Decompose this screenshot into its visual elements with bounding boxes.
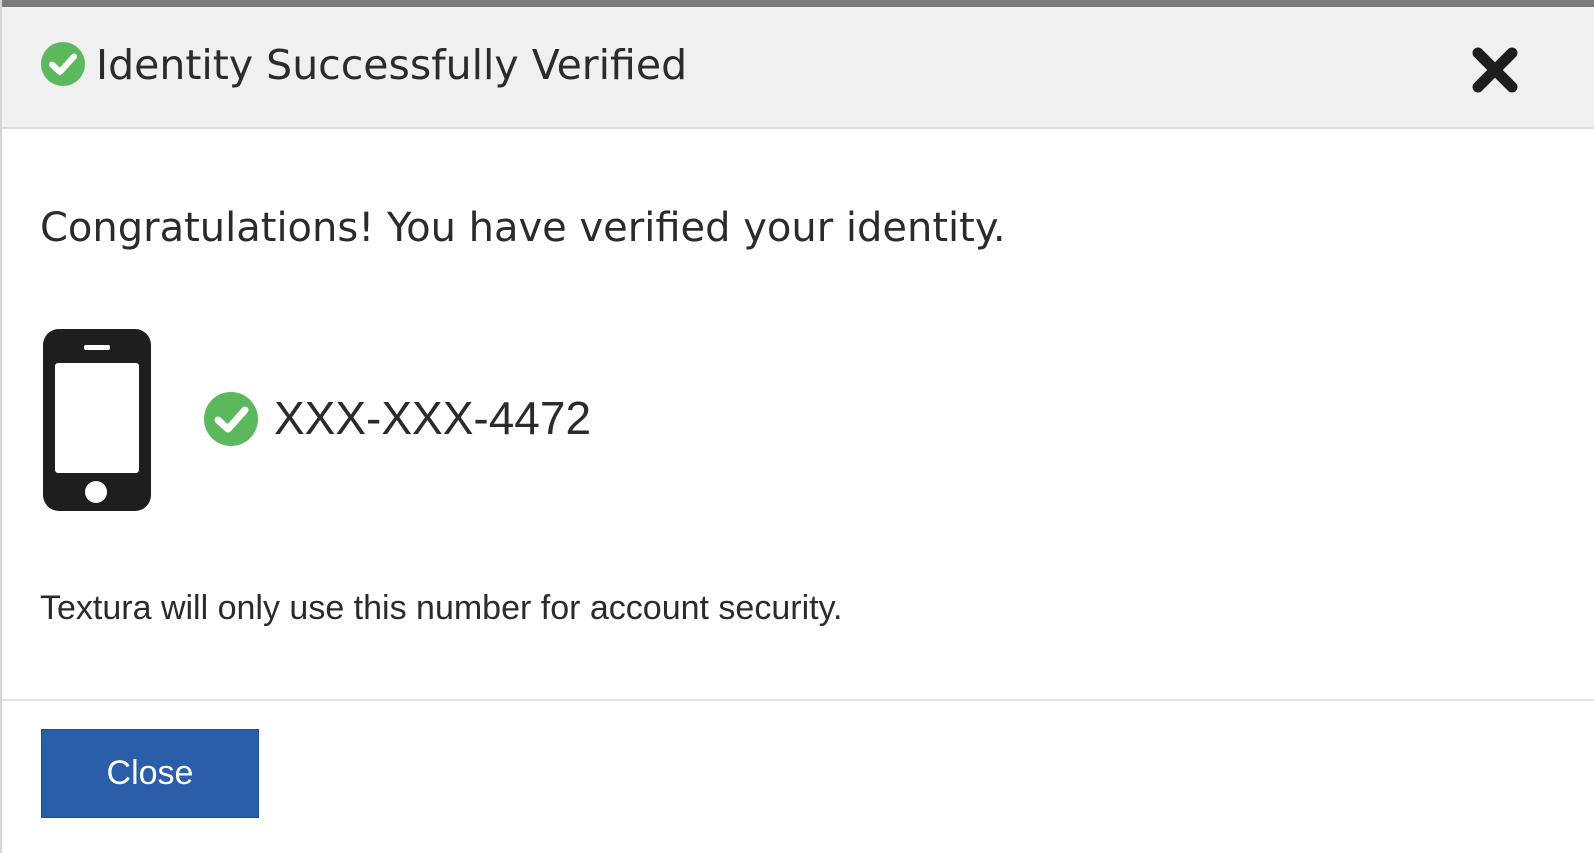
close-button[interactable]: Close: [41, 729, 259, 818]
security-note: Textura will only use this number for ac…: [40, 589, 843, 627]
verified-phone-number: XXX-XXX-4472: [274, 392, 592, 444]
congratulations-message: Congratulations! You have verified your …: [40, 205, 1006, 251]
check-circle-icon: [41, 42, 85, 86]
verification-dialog: Identity Successfully Verified Congratul…: [0, 0, 1594, 853]
verified-check-icon: [204, 392, 258, 446]
footer-divider: [2, 699, 1594, 701]
dialog-title: Identity Successfully Verified: [96, 41, 688, 89]
close-icon[interactable]: [1470, 47, 1520, 93]
dialog-header: Identity Successfully Verified: [2, 7, 1594, 129]
mobile-phone-icon: [43, 329, 151, 511]
top-border: [2, 0, 1594, 7]
